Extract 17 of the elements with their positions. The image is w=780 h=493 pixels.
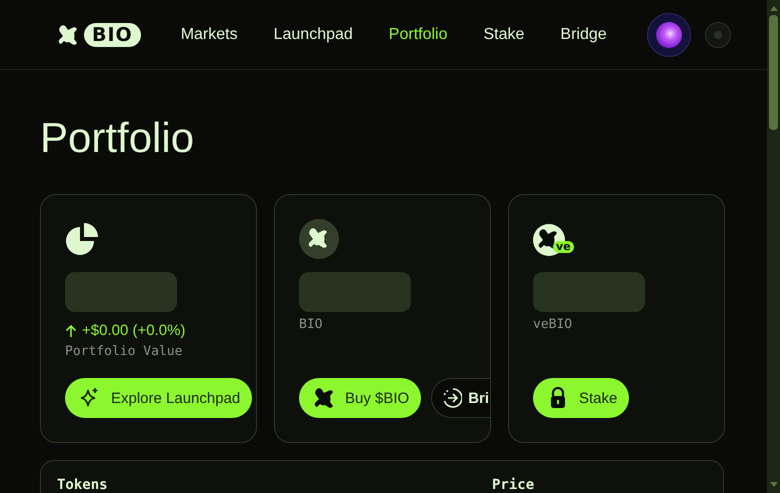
column-header: Price <box>492 477 534 493</box>
nav-link[interactable]: Portfolio <box>370 22 466 48</box>
change-value: +$0.00 (+0.0%) <box>82 322 186 339</box>
nav-link[interactable]: Markets <box>162 22 256 48</box>
action-button[interactable]: Explore Launchpad <box>65 378 252 418</box>
card-label: Portfolio Value <box>65 344 184 359</box>
action-button[interactable]: Stake <box>533 378 630 418</box>
action-button[interactable]: Buy $BIO <box>299 378 422 418</box>
column-header: Tokens <box>57 477 109 493</box>
bridge-button[interactable]: Bri <box>431 378 490 418</box>
nav-link[interactable]: Launchpad <box>256 22 371 48</box>
page-title: Portfolio <box>40 113 196 163</box>
ve-badge: ve <box>553 241 574 253</box>
card-label: BIO <box>299 317 324 332</box>
nav-link[interactable]: Stake <box>466 22 542 48</box>
nav-link[interactable]: Bridge <box>542 22 625 48</box>
card-label: veBIO <box>533 317 574 332</box>
